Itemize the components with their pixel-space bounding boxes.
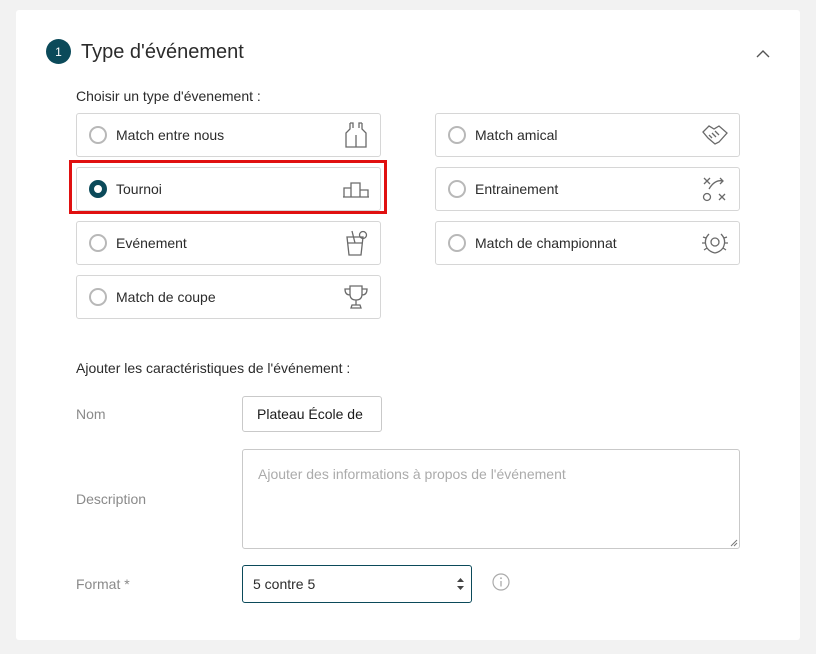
radio-button[interactable]: [89, 288, 107, 306]
radio-button[interactable]: [448, 234, 466, 252]
radio-button[interactable]: [89, 234, 107, 252]
description-label: Description: [76, 491, 147, 507]
format-label: Format *: [76, 576, 130, 592]
name-label: Nom: [76, 406, 106, 422]
handshake-icon: [701, 121, 729, 149]
option-label: Match amical: [475, 127, 558, 143]
radio-button[interactable]: [448, 180, 466, 198]
format-selected-value: 5 contre 5: [253, 576, 316, 592]
description-placeholder: Ajouter des informations à propos de l'é…: [258, 466, 566, 482]
info-icon[interactable]: [492, 573, 510, 591]
option-label: Evénement: [116, 235, 187, 251]
option-match-de-coupe[interactable]: Match de coupe: [76, 275, 381, 319]
podium-icon: [342, 175, 370, 203]
characteristics-label: Ajouter les caractéristiques de l'événem…: [76, 360, 351, 376]
name-input[interactable]: Plateau École de: [242, 396, 382, 432]
description-textarea[interactable]: Ajouter des informations à propos de l'é…: [242, 449, 740, 549]
option-match-amical[interactable]: Match amical: [435, 113, 740, 157]
jersey-icon: [342, 121, 370, 149]
chevron-up-icon: [756, 49, 770, 57]
option-tournoi[interactable]: Tournoi: [76, 167, 381, 211]
option-match-de-championnat[interactable]: Match de championnat: [435, 221, 740, 265]
tactics-icon: [701, 175, 729, 203]
format-select[interactable]: 5 contre 5: [242, 565, 472, 603]
option-match-entre-nous[interactable]: Match entre nous: [76, 113, 381, 157]
option-evenement[interactable]: Evénement: [76, 221, 381, 265]
event-type-card: 1 Type d'événement Choisir un type d'éve…: [16, 10, 800, 640]
radio-button-selected[interactable]: [89, 180, 107, 198]
radio-button[interactable]: [448, 126, 466, 144]
collapse-button[interactable]: [754, 44, 772, 62]
option-label: Match entre nous: [116, 127, 225, 143]
laurel-icon: [701, 229, 729, 257]
option-label: Entrainement: [475, 181, 559, 197]
radio-button[interactable]: [89, 126, 107, 144]
option-entrainement[interactable]: Entrainement: [435, 167, 740, 211]
section-title: Type d'événement: [81, 41, 244, 63]
option-label: Match de coupe: [116, 289, 216, 305]
resize-handle-icon[interactable]: [728, 537, 738, 547]
choose-type-label: Choisir un type d'évenement :: [76, 88, 261, 104]
trophy-icon: [342, 283, 370, 311]
step-number-badge: 1: [46, 39, 71, 64]
option-label: Match de championnat: [475, 235, 617, 251]
drink-icon: [342, 229, 370, 257]
select-arrows-icon: [457, 578, 464, 590]
option-label: Tournoi: [116, 181, 162, 197]
